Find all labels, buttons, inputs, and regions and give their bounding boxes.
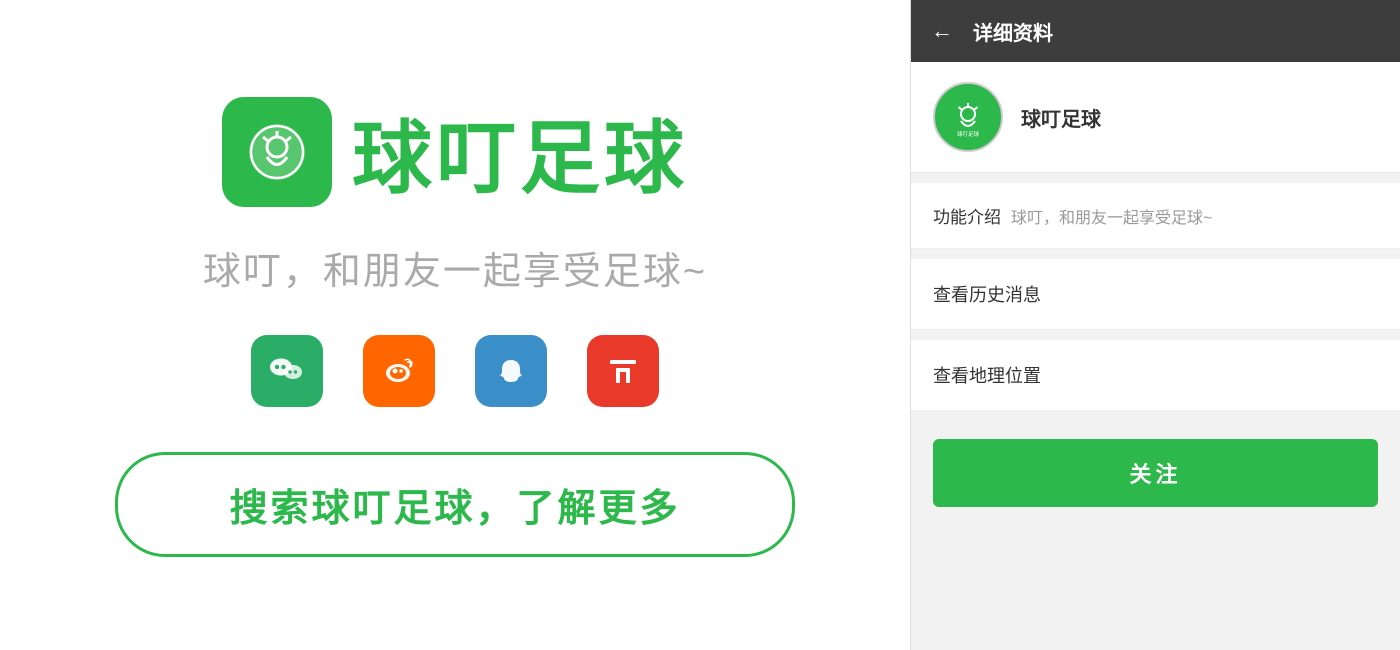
app-subtitle: 球叮，和朋友一起享受足球~ [203,240,707,295]
back-button[interactable]: ← [931,18,953,44]
profile-name: 球叮足球 [1021,103,1101,132]
left-panel: 球叮足球 球叮，和朋友一起享受足球~ [0,0,910,650]
info-row: 功能介绍 球叮，和朋友一起享受足球~ [911,183,1400,249]
weibo-icon[interactable] [363,335,435,407]
menu-item-history[interactable]: 查看历史消息 [911,259,1400,330]
profile-section: 球叮足球 球叮足球 [911,62,1400,173]
menu-item-location[interactable]: 查看地理位置 [911,340,1400,411]
panel-header: ← 详细资料 [911,0,1400,62]
wechat-icon[interactable] [251,335,323,407]
follow-button[interactable]: 关注 [933,439,1378,507]
avatar: 球叮足球 [933,82,1003,152]
info-value: 球叮，和朋友一起享受足球~ [1011,204,1212,228]
divider-1 [911,173,1400,183]
app-icon-main [222,97,332,207]
divider-4 [911,411,1400,421]
search-button[interactable]: 搜索球叮足球，了解更多 [115,452,795,557]
logo-row: 球叮足球 [222,94,688,210]
divider-2 [911,249,1400,259]
right-panel: ← 详细资料 球叮足球 球叮足球 功能介绍 球叮，和朋友一起享受足球~ 查看历史… [910,0,1400,650]
snapchat-icon[interactable] [475,335,547,407]
info-label: 功能介绍 [933,203,1001,228]
toutiao-icon[interactable] [587,335,659,407]
divider-3 [911,330,1400,340]
panel-title: 详细资料 [973,17,1053,46]
svg-text:球叮足球: 球叮足球 [957,130,980,138]
follow-button-container: 关注 [911,421,1400,525]
social-icons-row [251,335,659,407]
app-title: 球叮足球 [352,94,688,210]
